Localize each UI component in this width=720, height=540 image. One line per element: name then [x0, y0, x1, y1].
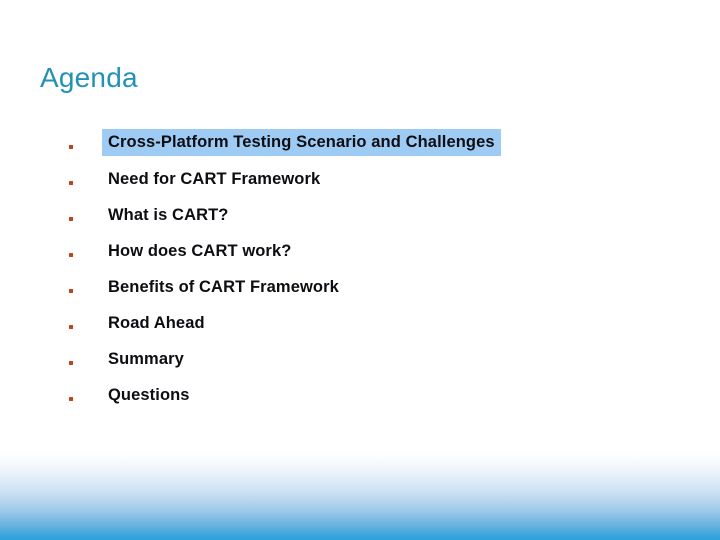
bullet-point-icon — [69, 253, 73, 257]
bullet-point-icon — [69, 289, 73, 293]
agenda-item-label: How does CART work? — [108, 241, 292, 260]
agenda-list: Cross-Platform Testing Scenario and Chal… — [0, 129, 720, 417]
presentation-slide: Agenda Cross-Platform Testing Scenario a… — [0, 0, 720, 540]
agenda-item-label: What is CART? — [108, 205, 229, 224]
list-item[interactable]: Road Ahead — [0, 309, 720, 345]
bullet-point-icon — [69, 325, 73, 329]
bullet-point-icon — [69, 145, 73, 149]
agenda-item-label: Benefits of CART Framework — [108, 277, 339, 296]
agenda-item-label: Summary — [108, 349, 184, 368]
list-item[interactable]: Questions — [0, 381, 720, 417]
bullet-point-icon — [69, 361, 73, 365]
bullet-point-icon — [69, 217, 73, 221]
bullet-point-icon — [69, 397, 73, 401]
list-item[interactable]: Need for CART Framework — [0, 165, 720, 201]
list-item[interactable]: How does CART work? — [0, 237, 720, 273]
agenda-item-label: Questions — [108, 385, 190, 404]
list-item[interactable]: Benefits of CART Framework — [0, 273, 720, 309]
list-item[interactable]: Summary — [0, 345, 720, 381]
list-item[interactable]: What is CART? — [0, 201, 720, 237]
page-title: Agenda — [40, 62, 138, 93]
bullet-point-icon — [69, 181, 73, 185]
agenda-item-label: Cross-Platform Testing Scenario and Chal… — [102, 129, 501, 156]
slide-footer-gradient — [0, 448, 720, 540]
agenda-item-label: Need for CART Framework — [108, 169, 321, 188]
list-item[interactable]: Cross-Platform Testing Scenario and Chal… — [0, 129, 720, 165]
agenda-item-label: Road Ahead — [108, 313, 205, 332]
